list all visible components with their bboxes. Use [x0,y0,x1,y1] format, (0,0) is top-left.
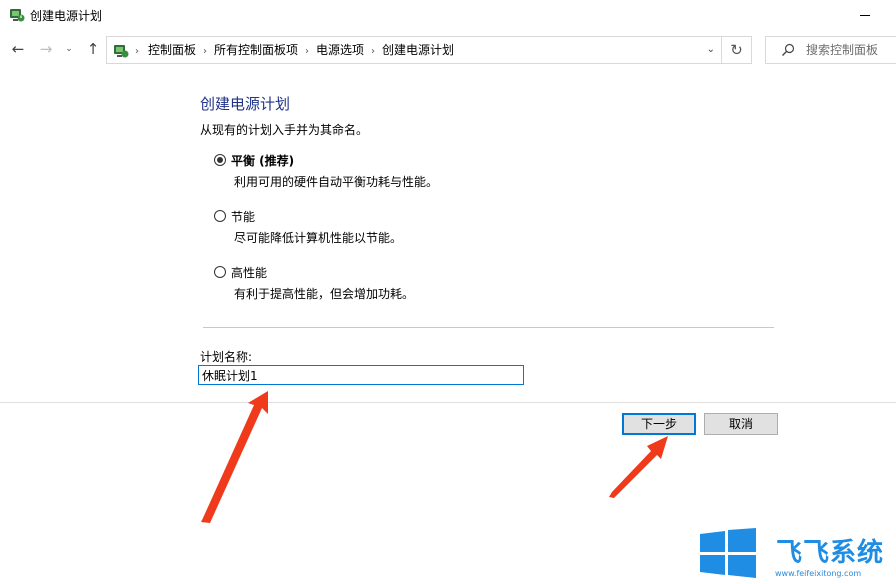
address-dropdown-button[interactable]: ⌄ [707,37,715,63]
breadcrumb-item-control-panel[interactable]: 控制面板 [148,43,196,57]
plan-label-balanced: 平衡 (推荐) [231,154,295,168]
next-button[interactable]: 下一步 [622,413,696,435]
forward-button[interactable]: → [36,38,56,60]
plan-name-input[interactable] [198,365,524,385]
search-placeholder: 搜索控制面板 [806,43,879,57]
plan-label-power-saver: 节能 [231,210,256,224]
breadcrumb-separator[interactable]: › [305,39,309,65]
recent-locations-button[interactable]: ⌄ [62,38,76,60]
footer-divider [0,402,896,403]
navigation-bar: ← → ⌄ ↑ › 控制面板 › 所有控制面板项 › 电源选项 › 创建电源计划 ⌄ ↻ 搜索… [0,34,896,66]
plan-desc-balanced: 利用可用的硬件自动平衡功耗与性能。 [234,175,439,189]
page-title: 创建电源计划 [200,95,291,113]
radio-power-saver[interactable] [214,210,226,222]
breadcrumb-separator[interactable]: › [203,39,207,65]
breadcrumb-separator[interactable]: › [371,39,375,65]
plan-option-high-performance[interactable]: 高性能 有利于提高性能，但会增加功耗。 [214,264,614,304]
power-options-icon [10,9,25,22]
search-icon [782,43,795,56]
windows-logo-icon [700,528,756,578]
divider [203,327,774,328]
breadcrumb-item-create-plan[interactable]: 创建电源计划 [382,43,454,57]
back-button[interactable]: ← [8,38,28,60]
search-input[interactable]: 搜索控制面板 [765,36,896,64]
breadcrumb: › 控制面板 › 所有控制面板项 › 电源选项 › 创建电源计划 [135,37,454,63]
control-panel-icon [114,45,129,58]
breadcrumb-separator[interactable]: › [135,39,139,65]
annotation-arrow-to-next [609,436,668,498]
refresh-button[interactable]: ↻ [722,36,752,64]
plan-option-balanced[interactable]: 平衡 (推荐) 利用可用的硬件自动平衡功耗与性能。 [214,152,614,192]
annotation-arrow-to-input [201,391,268,523]
cancel-button[interactable]: 取消 [704,413,778,435]
breadcrumb-item-power-options[interactable]: 电源选项 [316,43,364,57]
minimize-button[interactable] [848,2,884,28]
radio-high-performance[interactable] [214,266,226,278]
window-title: 创建电源计划 [30,9,103,23]
watermark-url: www.feifeixitong.com [775,569,862,578]
plan-label-high-performance: 高性能 [231,266,268,280]
plan-desc-high-performance: 有利于提高性能，但会增加功耗。 [234,287,415,301]
breadcrumb-item-all-items[interactable]: 所有控制面板项 [214,43,298,57]
intro-text: 从现有的计划入手并为其命名。 [200,123,369,137]
address-bar[interactable]: › 控制面板 › 所有控制面板项 › 电源选项 › 创建电源计划 ⌄ [106,36,722,64]
up-button[interactable]: ↑ [83,38,103,60]
plan-desc-power-saver: 尽可能降低计算机性能以节能。 [234,231,403,245]
watermark-brand: 飞飞系统 [776,538,885,568]
plan-option-power-saver[interactable]: 节能 尽可能降低计算机性能以节能。 [214,208,614,248]
radio-balanced[interactable] [214,154,226,166]
title-bar: 创建电源计划 [0,0,896,30]
plan-name-label: 计划名称: [200,350,253,364]
